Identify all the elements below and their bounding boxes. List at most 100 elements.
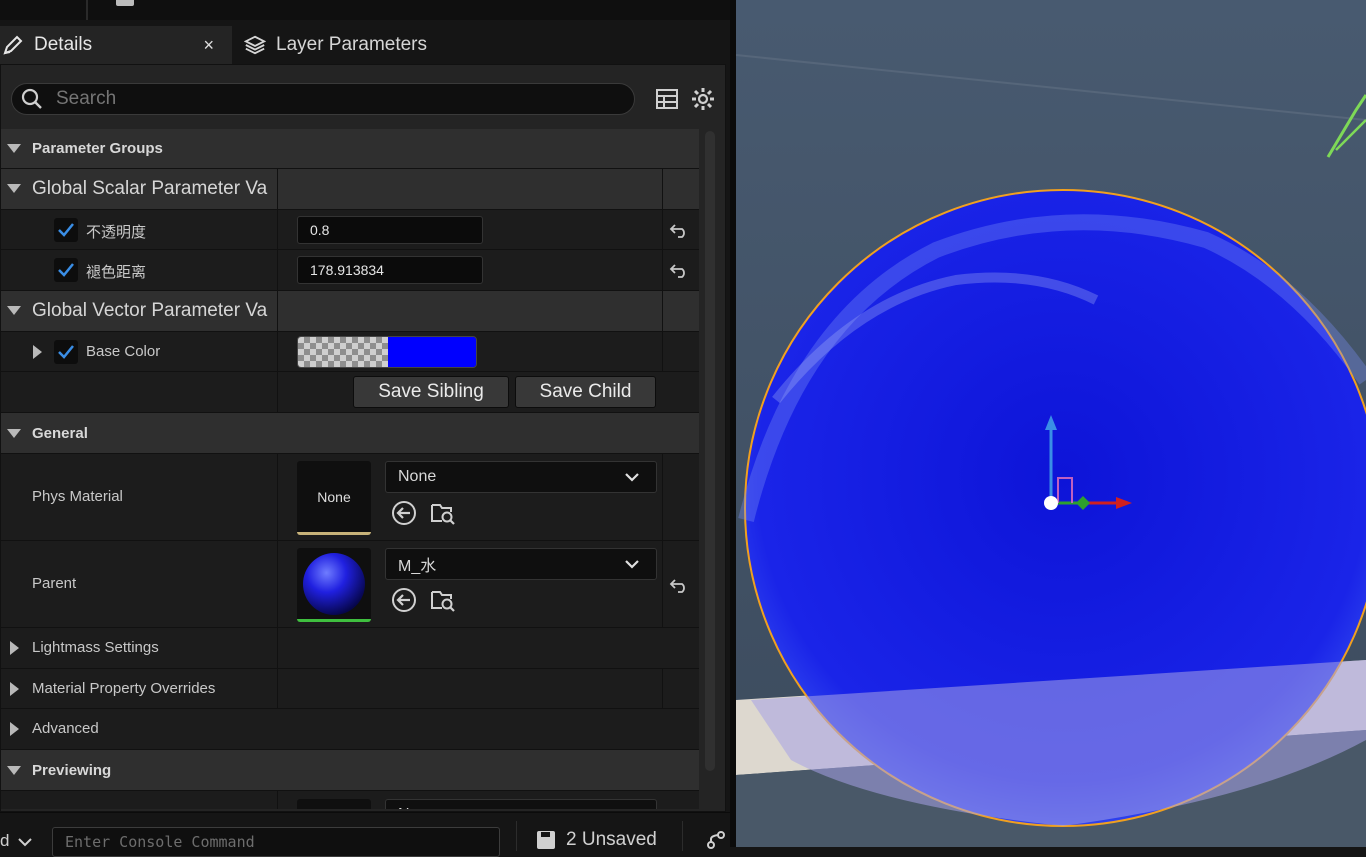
param-checkbox[interactable] — [54, 340, 78, 364]
reset-to-default-icon[interactable] — [669, 220, 689, 240]
toolbar-icon[interactable] — [116, 0, 134, 6]
property-rows: Parameter Groups Global Scalar Parameter… — [1, 129, 699, 809]
top-toolbar-strip — [0, 0, 730, 20]
reset-to-default-icon[interactable] — [669, 575, 689, 595]
category-parameter-groups[interactable]: Parameter Groups — [1, 129, 699, 169]
toolbar-divider — [87, 0, 88, 20]
expand-arrow-icon[interactable] — [10, 682, 19, 696]
param-label: 褪色距离 — [86, 264, 147, 281]
bottom-status-bar: d Enter Console Command 2 Unsaved — [0, 812, 730, 857]
checkmark-icon — [58, 345, 74, 359]
column-divider — [277, 541, 278, 627]
column-divider — [277, 454, 278, 540]
close-icon[interactable]: × — [203, 35, 214, 56]
category-general[interactable]: General — [1, 413, 699, 454]
toolbar-segment[interactable] — [0, 0, 87, 20]
column-divider — [662, 541, 663, 627]
column-divider — [277, 250, 278, 290]
viewport[interactable] — [736, 0, 1366, 847]
use-selected-asset-icon[interactable] — [390, 586, 418, 614]
preview-row: N — [1, 791, 699, 809]
category-label: Parameter Groups — [32, 140, 163, 157]
unsaved-indicator[interactable]: 2 Unsaved — [536, 829, 657, 851]
dropdown-value: M_水 — [398, 558, 437, 575]
category-lightmass[interactable]: Lightmass Settings — [1, 628, 699, 669]
collapse-arrow-icon[interactable] — [7, 766, 21, 775]
parent-row: Parent M_水 — [1, 541, 699, 628]
save-sibling-button[interactable]: Save Sibling — [353, 376, 509, 408]
collapse-arrow-icon[interactable] — [7, 306, 21, 315]
param-value-input[interactable]: 178.913834 — [297, 256, 483, 284]
checkmark-icon — [58, 263, 74, 277]
category-global-scalar[interactable]: Global Scalar Parameter Va — [1, 169, 699, 210]
gear-icon[interactable] — [689, 85, 717, 113]
alpha-checker — [298, 337, 388, 367]
param-value-input[interactable]: 0.8 — [297, 216, 483, 244]
column-divider — [277, 332, 278, 371]
column-divider — [277, 372, 278, 412]
category-previewing[interactable]: Previewing — [1, 750, 699, 791]
collapse-arrow-icon[interactable] — [7, 144, 21, 153]
column-divider — [277, 628, 278, 668]
save-buttons-row: Save Sibling Save Child — [1, 372, 699, 413]
category-advanced[interactable]: Advanced — [1, 709, 699, 750]
reset-to-default-icon[interactable] — [669, 260, 689, 280]
parent-thumbnail[interactable] — [297, 548, 371, 622]
scalar-param-row: 不透明度 0.8 — [1, 210, 699, 250]
collapse-arrow-icon[interactable] — [7, 429, 21, 438]
category-label: Global Vector Parameter Va — [32, 300, 268, 321]
param-checkbox[interactable] — [54, 258, 78, 282]
preview-thumbnail[interactable] — [297, 799, 371, 809]
details-panel: Details × Layer Parameters Search Parame… — [0, 0, 730, 857]
color-swatch[interactable] — [297, 336, 477, 368]
category-global-vector[interactable]: Global Vector Parameter Va — [1, 291, 699, 332]
search-box[interactable] — [11, 83, 635, 115]
search-input[interactable] — [54, 87, 618, 111]
tab-layer-parameters[interactable]: Layer Parameters — [242, 26, 502, 64]
param-checkbox[interactable] — [54, 218, 78, 242]
column-divider — [662, 169, 663, 209]
param-label: Base Color — [86, 343, 161, 360]
scalar-param-row: 褪色距离 178.913834 — [1, 250, 699, 291]
console-input[interactable]: Enter Console Command — [52, 827, 500, 857]
phys-material-thumbnail[interactable]: None — [297, 461, 371, 535]
chevron-down-icon — [625, 560, 639, 569]
dropdown-value: None — [398, 468, 437, 485]
phys-material-dropdown[interactable]: None — [385, 461, 657, 493]
column-divider — [277, 669, 278, 708]
preview-dropdown[interactable]: N — [385, 799, 657, 809]
unsaved-label: 2 Unsaved — [566, 829, 657, 850]
column-divider — [277, 291, 278, 331]
search-icon — [21, 88, 42, 109]
column-divider — [277, 169, 278, 209]
table-view-icon[interactable] — [653, 85, 681, 113]
category-label: Previewing — [32, 762, 112, 779]
column-divider — [662, 210, 663, 249]
browse-asset-icon[interactable] — [429, 586, 457, 614]
category-material-overrides[interactable]: Material Property Overrides — [1, 669, 699, 709]
use-selected-asset-icon[interactable] — [390, 499, 418, 527]
chevron-down-icon[interactable] — [18, 837, 32, 847]
column-divider — [277, 210, 278, 249]
vector-param-row: Base Color — [1, 332, 699, 372]
expand-arrow-icon[interactable] — [10, 641, 19, 655]
source-control-icon[interactable] — [706, 831, 726, 849]
column-divider — [662, 454, 663, 540]
expand-arrow-icon[interactable] — [33, 345, 42, 359]
phys-material-row: Phys Material None None — [1, 454, 699, 541]
parent-dropdown[interactable]: M_水 — [385, 548, 657, 580]
tab-details[interactable]: Details × — [0, 26, 232, 64]
cmd-label: d — [0, 831, 10, 850]
dropdown-value: N — [398, 806, 410, 809]
save-child-button[interactable]: Save Child — [515, 376, 656, 408]
param-label: 不透明度 — [86, 224, 147, 241]
collapse-arrow-icon[interactable] — [7, 184, 21, 193]
expand-arrow-icon[interactable] — [10, 722, 19, 736]
search-row — [1, 65, 725, 129]
category-label: Lightmass Settings — [32, 639, 159, 656]
details-content: Parameter Groups Global Scalar Parameter… — [0, 64, 726, 812]
phys-material-label: Phys Material — [32, 488, 123, 505]
sphere-preview-icon — [303, 552, 365, 615]
scrollbar[interactable] — [705, 131, 715, 771]
browse-asset-icon[interactable] — [429, 499, 457, 527]
